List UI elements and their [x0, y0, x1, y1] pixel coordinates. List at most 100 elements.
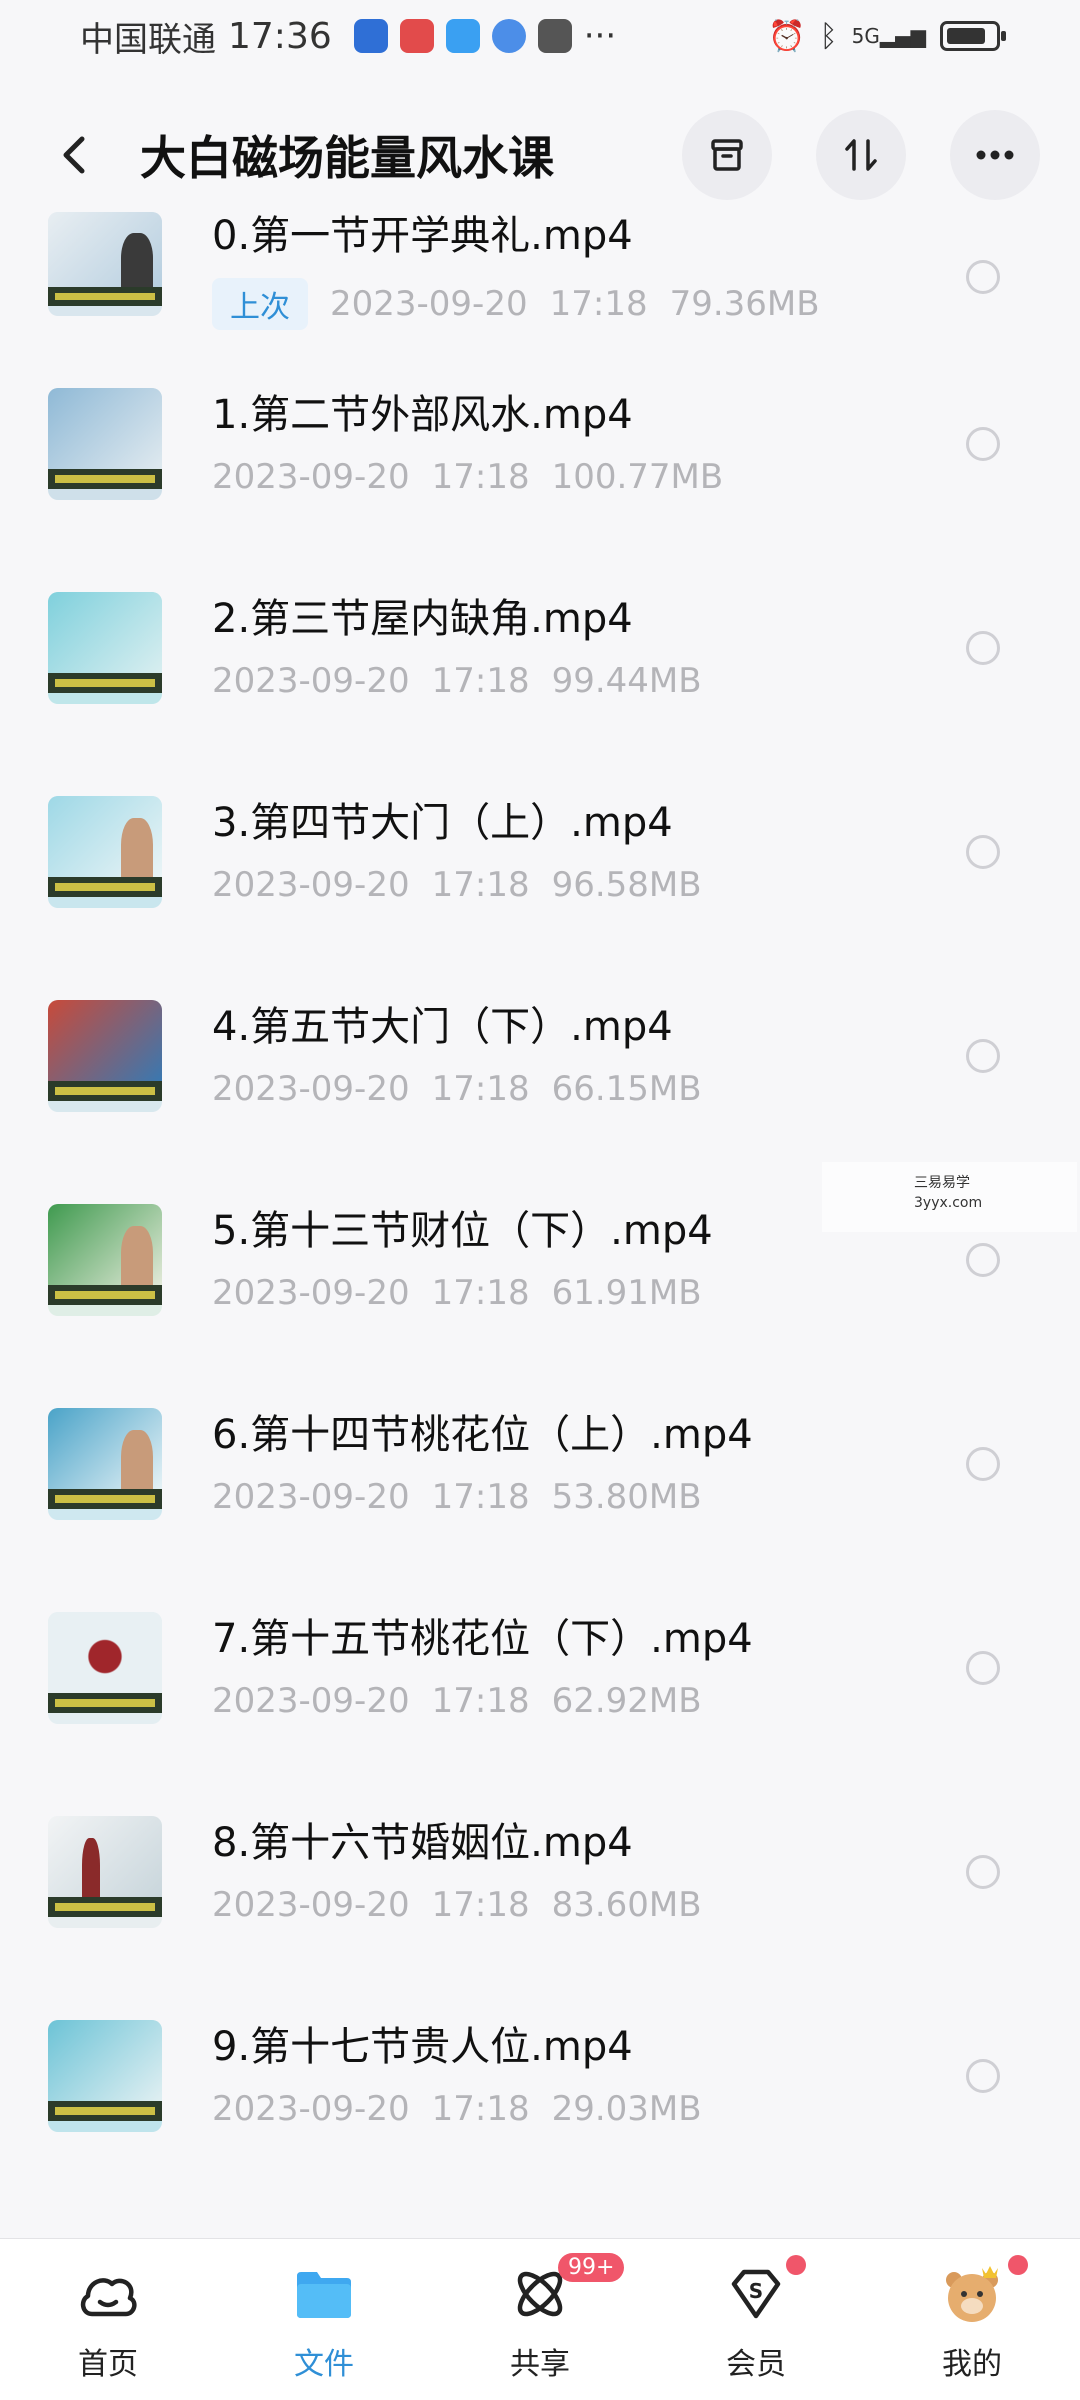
page-title: 大白磁场能量风水课: [140, 131, 554, 185]
video-thumbnail: [48, 1000, 162, 1112]
select-radio[interactable]: [966, 631, 1000, 665]
last-played-badge: 上次: [212, 278, 308, 330]
notification-dot: [786, 2255, 806, 2275]
file-row[interactable]: 0.第一节开学典礼.mp4 上次 2023-09-20 17:18 79.36M…: [0, 212, 1080, 342]
tab-share[interactable]: 99+ 共享: [450, 2253, 630, 2383]
back-button[interactable]: [40, 120, 110, 190]
file-date: 2023-09-20: [212, 1273, 410, 1313]
select-radio[interactable]: [966, 1243, 1000, 1277]
select-radio[interactable]: [966, 1855, 1000, 1889]
tab-label: 共享: [510, 2347, 570, 2382]
bluetooth-icon: ᛒ: [819, 18, 838, 54]
file-row[interactable]: 8.第十六节婚姻位.mp4 2023-09-20 17:18 83.60MB: [0, 1770, 1080, 1974]
network-type-label: 5G: [851, 24, 880, 48]
file-time: 17:18: [431, 1477, 530, 1517]
video-thumbnail: [48, 592, 162, 704]
file-time: 17:18: [431, 1885, 530, 1925]
signal-icon: 5G▂▄▆: [851, 24, 926, 48]
file-date: 2023-09-20: [212, 457, 410, 497]
file-time: 17:18: [431, 661, 530, 701]
archive-icon: [711, 139, 743, 171]
archive-button[interactable]: [682, 110, 772, 200]
back-icon: [63, 136, 85, 174]
file-row[interactable]: 9.第十七节贵人位.mp4 2023-09-20 17:18 29.03MB: [0, 1974, 1080, 2178]
file-name: 1.第二节外部风水.mp4: [212, 392, 633, 438]
file-size: 96.58MB: [551, 865, 702, 905]
file-date: 2023-09-20: [212, 1681, 410, 1721]
more-button[interactable]: [950, 110, 1040, 200]
file-name: 9.第十七节贵人位.mp4: [212, 2024, 633, 2070]
more-icon: [976, 150, 1014, 160]
file-time: 17:18: [431, 865, 530, 905]
file-row[interactable]: 2.第三节屋内缺角.mp4 2023-09-20 17:18 99.44MB: [0, 546, 1080, 750]
select-radio[interactable]: [966, 1651, 1000, 1685]
file-size: 62.92MB: [551, 1681, 702, 1721]
bottom-tab-bar: 首页 文件 99+ 共享 S 会员 我的: [0, 2238, 1080, 2400]
select-radio[interactable]: [966, 2059, 1000, 2093]
file-row[interactable]: 7.第十五节桃花位（下）.mp4 2023-09-20 17:18 62.92M…: [0, 1566, 1080, 1770]
file-size: 79.36MB: [669, 284, 820, 324]
file-size: 83.60MB: [551, 1885, 702, 1925]
file-size: 61.91MB: [551, 1273, 702, 1313]
file-date: 2023-09-20: [212, 2089, 410, 2129]
notification-dot: [1008, 2255, 1028, 2275]
app-notification-icon: [353, 19, 388, 53]
weather-icon: [445, 19, 480, 53]
file-size: 53.80MB: [551, 1477, 702, 1517]
file-name: 4.第五节大门（下）.mp4: [212, 1004, 673, 1050]
watermark-line2: 3yyx.com: [914, 1194, 983, 1211]
tab-label: 文件: [294, 2347, 354, 2382]
file-time: 17:18: [431, 1273, 530, 1313]
video-thumbnail: [48, 1408, 162, 1520]
more-notifications-icon: ···: [583, 16, 617, 56]
select-radio[interactable]: [966, 835, 1000, 869]
sort-icon: [845, 139, 877, 171]
select-radio[interactable]: [966, 427, 1000, 461]
tab-profile[interactable]: 我的: [882, 2255, 1062, 2383]
file-name: 2.第三节屋内缺角.mp4: [212, 596, 633, 642]
tab-label: 首页: [78, 2347, 138, 2382]
tab-vip[interactable]: S 会员: [666, 2255, 846, 2383]
home-cloud-icon: [73, 2259, 143, 2329]
file-date: 2023-09-20: [212, 865, 410, 905]
video-thumbnail: [48, 1612, 162, 1724]
file-size: 99.44MB: [551, 661, 702, 701]
video-thumbnail: [48, 1204, 162, 1316]
file-row[interactable]: 3.第四节大门（上）.mp4 2023-09-20 17:18 96.58MB: [0, 750, 1080, 954]
file-row[interactable]: 4.第五节大门（下）.mp4 2023-09-20 17:18 66.15MB: [0, 954, 1080, 1158]
select-radio[interactable]: [966, 1039, 1000, 1073]
huawei-icon: [537, 19, 572, 53]
file-time: 17:18: [431, 1681, 530, 1721]
file-name: 7.第十五节桃花位（下）.mp4: [212, 1616, 753, 1662]
file-name: 8.第十六节婚姻位.mp4: [212, 1820, 633, 1866]
video-thumbnail: [48, 796, 162, 908]
tab-home[interactable]: 首页: [18, 2259, 198, 2383]
profile-avatar-icon: [937, 2259, 1007, 2329]
sort-button[interactable]: [816, 110, 906, 200]
video-thumbnail: [48, 212, 162, 316]
select-radio[interactable]: [966, 1447, 1000, 1481]
file-row[interactable]: 1.第二节外部风水.mp4 2023-09-20 17:18 100.77MB: [0, 342, 1080, 546]
video-thumbnail: [48, 2020, 162, 2132]
file-date: 2023-09-20: [330, 284, 528, 324]
video-thumbnail: [48, 1816, 162, 1928]
file-time: 17:18: [431, 2089, 530, 2129]
svg-text:S: S: [749, 2279, 763, 2303]
file-row[interactable]: 6.第十四节桃花位（上）.mp4 2023-09-20 17:18 53.80M…: [0, 1362, 1080, 1566]
tab-files[interactable]: 文件: [234, 2259, 414, 2383]
file-date: 2023-09-20: [212, 1477, 410, 1517]
file-date: 2023-09-20: [212, 1069, 410, 1109]
carrier-label: 中国联通: [80, 19, 216, 60]
vip-diamond-icon: S: [721, 2259, 791, 2329]
file-date: 2023-09-20: [212, 661, 410, 701]
status-bar: 中国联通 17:36 ··· ⏰ ᛒ 5G▂▄▆: [0, 0, 1080, 72]
file-size: 29.03MB: [551, 2089, 702, 2129]
select-radio[interactable]: [966, 260, 1000, 294]
file-name: 6.第十四节桃花位（上）.mp4: [212, 1412, 753, 1458]
app-notification-icon: [399, 19, 434, 53]
watermark: 三易易学 3yyx.com: [822, 1162, 1077, 1232]
file-name: 0.第一节开学典礼.mp4: [212, 213, 633, 259]
status-time: 17:36: [228, 15, 332, 57]
alarm-icon: ⏰: [768, 18, 806, 54]
file-size: 66.15MB: [551, 1069, 702, 1109]
